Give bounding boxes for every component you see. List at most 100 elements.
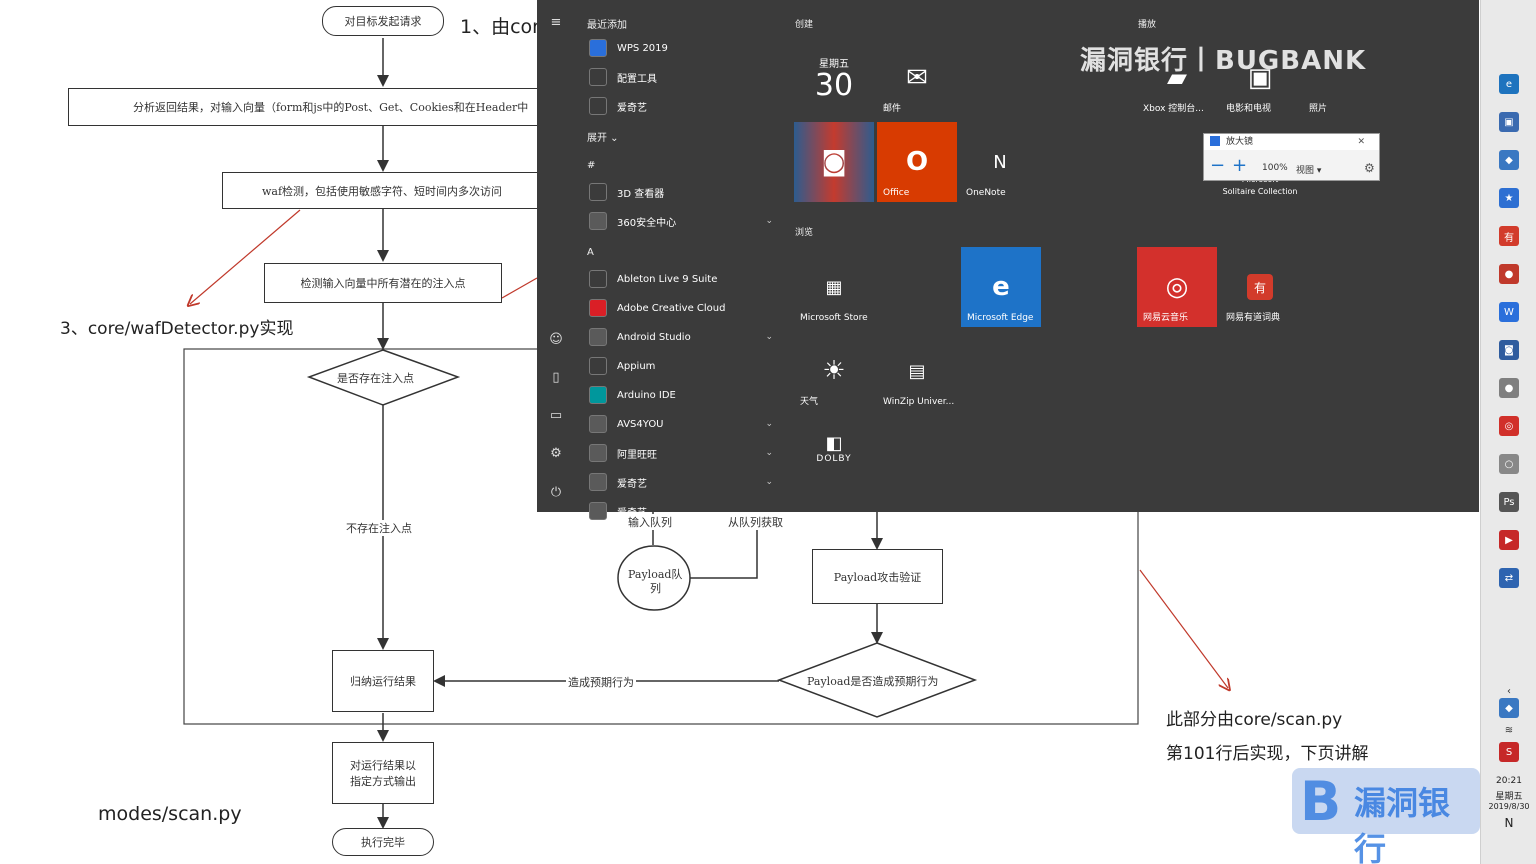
- mail-tile[interactable]: ✉ 邮件: [877, 38, 957, 118]
- calendar-tile[interactable]: 星期五 30: [794, 38, 874, 118]
- view-menu[interactable]: 视图 ▾: [1296, 163, 1321, 176]
- record-icon[interactable]: ●: [1499, 264, 1519, 284]
- folder-icon: [589, 473, 607, 491]
- app-list-item[interactable]: 阿里旺旺 ⌄: [589, 440, 779, 466]
- folder-icon: [589, 502, 607, 520]
- winzip-tile[interactable]: ▤ WinZip Univer...: [877, 331, 957, 411]
- movies-label: 电影和电视: [1226, 104, 1272, 114]
- finish-node: 执行完毕: [332, 828, 434, 856]
- camera-app-icon[interactable]: ◙: [1499, 340, 1519, 360]
- ableton-icon: [589, 270, 607, 288]
- netease-music-label: 网易云音乐: [1143, 313, 1189, 323]
- tools-icon: [589, 68, 607, 86]
- store-tile[interactable]: ▦ Microsoft Store: [794, 247, 874, 327]
- app-list-item[interactable]: 爱奇艺: [589, 498, 779, 524]
- magnifier-app-icon: [1210, 136, 1220, 146]
- onenote-label: OneNote: [966, 188, 1006, 198]
- chevron-down-icon[interactable]: ⌄: [765, 216, 773, 226]
- office-tile[interactable]: O Office: [877, 122, 957, 202]
- netease-icon[interactable]: ◎: [1499, 416, 1519, 436]
- ps-icon[interactable]: Ps: [1499, 492, 1519, 512]
- app-list-item[interactable]: 3D 查看器: [589, 179, 779, 205]
- clock-time[interactable]: 20:21: [1481, 776, 1536, 786]
- netease-music-tile[interactable]: ◎ 网易云音乐: [1137, 247, 1217, 327]
- watermark-top: 漏洞银行丨BUGBANK: [1080, 46, 1367, 76]
- app-list-item[interactable]: Ableton Live 9 Suite: [589, 266, 779, 292]
- edge-tile[interactable]: e Microsoft Edge: [961, 247, 1041, 327]
- app-name: 爱奇艺: [617, 478, 647, 490]
- chevron-down-icon[interactable]: ⌄: [765, 332, 773, 342]
- wifi-icon[interactable]: ≋: [1499, 720, 1519, 740]
- user-icon[interactable]: ☺: [547, 330, 565, 348]
- chevron-down-icon[interactable]: ⌄: [765, 419, 773, 429]
- arduino-icon: [589, 386, 607, 404]
- youdao-tile[interactable]: 有 网易有道词典: [1220, 247, 1300, 327]
- edge-icon[interactable]: e: [1499, 74, 1519, 94]
- onenote-tile[interactable]: N OneNote: [960, 122, 1040, 202]
- chevron-down-icon[interactable]: ⌄: [765, 448, 773, 458]
- edge-label: Microsoft Edge: [967, 313, 1034, 323]
- tray-red-app-icon[interactable]: S: [1499, 742, 1519, 762]
- magnifier-settings-gear-icon[interactable]: ⚙: [1364, 161, 1375, 175]
- decision-inject-label: 是否存在注入点: [337, 372, 414, 385]
- app-list-item[interactable]: AVS4YOU ⌄: [589, 411, 779, 437]
- clock-day[interactable]: 星期五: [1481, 789, 1536, 802]
- chevron-down-icon[interactable]: ⌄: [765, 477, 773, 487]
- app-list-item[interactable]: Android Studio ⌄: [589, 324, 779, 350]
- iqiyi-icon: [589, 97, 607, 115]
- vscode-icon[interactable]: ◆: [1499, 150, 1519, 170]
- monitor-icon[interactable]: ▣: [1499, 112, 1519, 132]
- appium-icon: [589, 357, 607, 375]
- settings-gear-icon[interactable]: ⚙: [547, 444, 565, 462]
- pictures-icon[interactable]: ▭: [547, 406, 565, 424]
- app-list-item[interactable]: Adobe Creative Cloud: [589, 295, 779, 321]
- circle-app-icon[interactable]: ○: [1499, 454, 1519, 474]
- watermark-bottom: 漏洞银行: [1354, 784, 1451, 864]
- dolby-tile[interactable]: ◧ DOLBY: [794, 418, 874, 478]
- netease-music-icon: ◎: [1165, 272, 1189, 302]
- app-list-item[interactable]: 爱奇艺: [589, 93, 779, 119]
- solitaire-label-2: Solitaire Collection: [1222, 187, 1298, 196]
- app-list-item[interactable]: Appium: [589, 353, 779, 379]
- group-create-title: 创建: [795, 20, 814, 30]
- wps-icon[interactable]: W: [1499, 302, 1519, 322]
- zoom-out-button[interactable]: −: [1210, 157, 1225, 175]
- tray-app-icon[interactable]: ◆: [1499, 698, 1519, 718]
- ime-indicator[interactable]: N: [1481, 816, 1536, 830]
- app-name: Appium: [617, 360, 656, 372]
- magnifier-close-icon[interactable]: ✕: [1357, 134, 1365, 150]
- app-name: 爱奇艺: [617, 507, 647, 519]
- clock-date[interactable]: 2019/8/30: [1481, 802, 1536, 811]
- calendar-date: 30: [814, 67, 854, 103]
- app-name: Ableton Live 9 Suite: [617, 273, 718, 285]
- app-list-item[interactable]: 配置工具: [589, 64, 779, 90]
- dolby-icon: ◧: [825, 432, 843, 454]
- expand-link[interactable]: 展开 ⌄: [587, 129, 619, 144]
- app-name: 阿里旺旺: [617, 449, 657, 461]
- app-list-item[interactable]: Arduino IDE: [589, 382, 779, 408]
- camera-tile[interactable]: ◙: [794, 122, 874, 202]
- winzip-icon: ▤: [908, 360, 926, 382]
- app-list-item[interactable]: WPS 2019: [589, 35, 779, 61]
- app-list: 最近添加 WPS 2019 配置工具 爱奇艺 展开 ⌄ # 3D 查看器 360安全中…: [581, 0, 781, 520]
- documents-icon[interactable]: ▯: [547, 368, 565, 386]
- youdao-icon[interactable]: 有: [1499, 226, 1519, 246]
- network-app-icon[interactable]: ⇄: [1499, 568, 1519, 588]
- screen: 对目标发起请求 分析返回结果，对输入向量（form和js中的Post、Get、C…: [0, 0, 1536, 864]
- active-app-icon[interactable]: ●: [1499, 378, 1519, 398]
- weather-tile[interactable]: ☀ 天气: [794, 331, 874, 411]
- app-name: AVS4YOU: [617, 418, 664, 430]
- app-list-item[interactable]: 爱奇艺 ⌄: [589, 469, 779, 495]
- waf-node: waf检测，包括使用敏感字符、短时间内多次访问: [222, 172, 542, 209]
- red-app-icon[interactable]: ▶: [1499, 530, 1519, 550]
- app-name: 配置工具: [617, 73, 657, 85]
- hamburger-menu-icon[interactable]: ≡: [547, 13, 565, 31]
- star-app-icon[interactable]: ★: [1499, 188, 1519, 208]
- power-icon[interactable]: ⏻: [547, 483, 565, 501]
- app-list-item[interactable]: 360安全中心 ⌄: [589, 208, 779, 234]
- watermark-b-icon: B: [1300, 770, 1342, 833]
- a-header: A: [587, 247, 594, 258]
- app-name: WPS 2019: [617, 42, 668, 54]
- zoom-in-button[interactable]: +: [1232, 157, 1247, 175]
- mail-icon: ✉: [906, 63, 928, 93]
